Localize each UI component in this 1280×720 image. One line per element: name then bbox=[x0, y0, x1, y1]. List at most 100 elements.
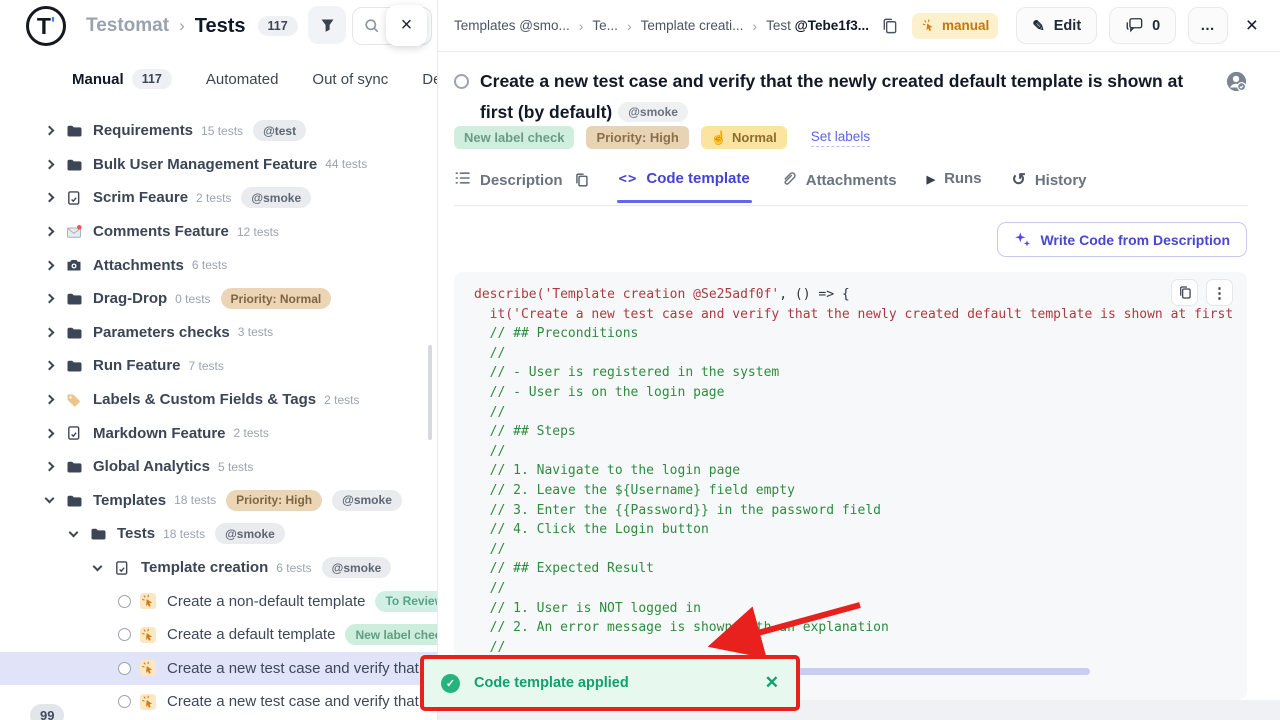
set-labels-link[interactable]: Set labels bbox=[811, 129, 870, 147]
copy-code-button[interactable] bbox=[1171, 279, 1198, 306]
tree-folder-item[interactable]: Tests18 tests@smoke bbox=[0, 517, 438, 551]
manual-type-badge: manual bbox=[912, 13, 998, 39]
tree-folder-item[interactable]: Attachments6 tests bbox=[0, 248, 438, 282]
tree-item-label: Create a new test case and verify that bbox=[167, 693, 419, 710]
toast-close-button[interactable]: ✕ bbox=[765, 673, 779, 693]
chevron-right-icon[interactable] bbox=[45, 294, 55, 304]
chevron-right-icon[interactable] bbox=[45, 126, 55, 136]
chevron-right-icon[interactable] bbox=[45, 395, 55, 405]
tree-folder-item[interactable]: Drag-Drop0 testsPriority: Normal bbox=[0, 282, 438, 316]
tree-item-label: Bulk User Management Feature bbox=[93, 156, 317, 173]
detail-tab-label: Runs bbox=[944, 170, 982, 187]
tree-folder-item[interactable]: Templates18 testsPriority: High@smoke bbox=[0, 484, 438, 518]
tree-folder-item[interactable]: Global Analytics5 tests bbox=[0, 450, 438, 484]
header-tab-label: Detached bbox=[422, 71, 438, 88]
filter-button[interactable] bbox=[308, 6, 346, 44]
tree-folder-item[interactable]: Markdown Feature2 tests bbox=[0, 416, 438, 450]
chevron-down-icon[interactable] bbox=[45, 494, 55, 504]
tab-code-template[interactable]: <>Code template bbox=[619, 170, 750, 201]
chevron-right-icon[interactable] bbox=[45, 193, 55, 203]
tree-folder-item[interactable]: Comments Feature12 tests bbox=[0, 215, 438, 249]
close-search-button[interactable]: × bbox=[386, 5, 427, 46]
chevron-right-icon[interactable] bbox=[45, 428, 55, 438]
detail-actions: ✎ Edit 0 … × bbox=[1016, 7, 1264, 44]
manual-icon bbox=[140, 660, 157, 677]
tree-test-item[interactable]: Create a non-default templateTo Review bbox=[0, 584, 438, 618]
write-code-button[interactable]: Write Code from Description bbox=[997, 222, 1247, 257]
folder-icon bbox=[90, 525, 107, 542]
pencil-icon: ✎ bbox=[1032, 17, 1045, 35]
doc-icon bbox=[114, 559, 131, 576]
tab-runs[interactable]: ▶Runs bbox=[927, 170, 982, 201]
code-line: // 1. User is NOT logged in bbox=[474, 599, 1247, 619]
detail-tab-label: Description bbox=[480, 172, 563, 189]
code-template-block[interactable]: describe('Template creation @Se25adf0f',… bbox=[454, 272, 1247, 700]
toast-message: Code template applied bbox=[474, 675, 629, 691]
testomat-logo-icon[interactable]: T' bbox=[26, 6, 66, 46]
breadcrumb-separator: › bbox=[752, 18, 757, 34]
chevron-right-icon[interactable] bbox=[45, 361, 55, 371]
label-pill-text: Normal bbox=[732, 130, 777, 145]
tab-detached[interactable]: Detached bbox=[422, 71, 438, 88]
detail-tab-label: Attachments bbox=[806, 172, 897, 189]
copy-breadcrumb-icon[interactable] bbox=[881, 17, 898, 35]
breadcrumb-section[interactable]: Tests bbox=[195, 15, 246, 38]
copy-description-icon[interactable] bbox=[574, 172, 589, 188]
tree-folder-item[interactable]: Requirements15 tests@test bbox=[0, 114, 438, 148]
close-detail-button[interactable]: × bbox=[1240, 14, 1264, 38]
edit-button[interactable]: ✎ Edit bbox=[1016, 7, 1097, 44]
chevron-down-icon[interactable] bbox=[93, 561, 103, 571]
code-menu-button[interactable]: ⋮ bbox=[1206, 279, 1233, 306]
breadcrumb-app[interactable]: Testomat bbox=[86, 15, 169, 37]
breadcrumb-item-current[interactable]: Test @Tebe1f3... bbox=[766, 18, 869, 33]
breadcrumb-item[interactable]: Template creati... bbox=[641, 18, 744, 33]
list-icon bbox=[454, 170, 471, 190]
tree-folder-item[interactable]: Scrim Feaure2 tests@smoke bbox=[0, 181, 438, 215]
tab-history[interactable]: ↺History bbox=[1012, 170, 1087, 204]
labels-row: New label checkPriority: High☝NormalSet … bbox=[454, 126, 870, 149]
tree-test-item[interactable]: Create a new test case and verify that bbox=[0, 652, 438, 686]
tree-folder-item[interactable]: Parameters checks3 tests bbox=[0, 316, 438, 350]
test-status-circle[interactable] bbox=[454, 74, 469, 89]
code-line: describe('Template creation @Se25adf0f',… bbox=[474, 285, 1247, 305]
tree-folder-item[interactable]: Template creation6 tests@smoke bbox=[0, 551, 438, 585]
chevron-right-icon[interactable] bbox=[45, 227, 55, 237]
tree-item-badge: @smoke bbox=[322, 557, 392, 578]
breadcrumb: Templates @smo...›Te...›Template creati.… bbox=[454, 18, 869, 34]
kebab-icon: ⋮ bbox=[1212, 284, 1227, 302]
tab-automated[interactable]: Automated bbox=[206, 71, 279, 88]
breadcrumb-item[interactable]: Templates @smo... bbox=[454, 18, 570, 33]
sidebar-scrollbar[interactable] bbox=[428, 345, 432, 440]
manual-icon bbox=[140, 593, 157, 610]
logo-tick: ' bbox=[51, 9, 55, 39]
more-actions-button[interactable]: … bbox=[1188, 7, 1228, 44]
tree-test-item[interactable]: Create a new test case and verify that bbox=[0, 685, 438, 719]
doc-icon bbox=[66, 189, 83, 206]
tree-test-item[interactable]: Create a default templateNew label check bbox=[0, 618, 438, 652]
overflow-count-badge: 99 bbox=[30, 704, 64, 720]
tab-attachments[interactable]: Attachments bbox=[780, 170, 897, 205]
comments-button[interactable]: 0 bbox=[1109, 7, 1176, 44]
chevron-right-icon[interactable] bbox=[45, 327, 55, 337]
chevron-down-icon[interactable] bbox=[69, 527, 79, 537]
tab-out-of-sync[interactable]: Out of sync bbox=[312, 71, 388, 88]
tree-item-label: Create a default template bbox=[167, 626, 335, 643]
tree-item-count: 18 tests bbox=[163, 527, 205, 541]
detail-tab-label: Code template bbox=[646, 170, 749, 187]
tree-folder-item[interactable]: Labels & Custom Fields & Tags2 tests bbox=[0, 383, 438, 417]
tab-manual[interactable]: Manual117 bbox=[72, 69, 172, 89]
chevron-right-icon[interactable] bbox=[45, 260, 55, 270]
tree-folder-item[interactable]: Run Feature7 tests bbox=[0, 349, 438, 383]
search-icon bbox=[364, 18, 380, 34]
tree-folder-item[interactable]: Bulk User Management Feature44 tests bbox=[0, 148, 438, 182]
tree-item-count: 5 tests bbox=[218, 460, 253, 474]
assignee-avatar[interactable] bbox=[1225, 70, 1248, 98]
chevron-right-icon[interactable] bbox=[45, 462, 55, 472]
tab-description[interactable]: Description bbox=[454, 170, 589, 204]
breadcrumb-item[interactable]: Te... bbox=[592, 18, 618, 33]
folder-icon bbox=[66, 290, 83, 307]
tree-item-label: Labels & Custom Fields & Tags bbox=[93, 391, 316, 408]
code-line: // ## Preconditions bbox=[474, 324, 1247, 344]
tree-item-label: Create a non-default template bbox=[167, 593, 365, 610]
chevron-right-icon[interactable] bbox=[45, 159, 55, 169]
